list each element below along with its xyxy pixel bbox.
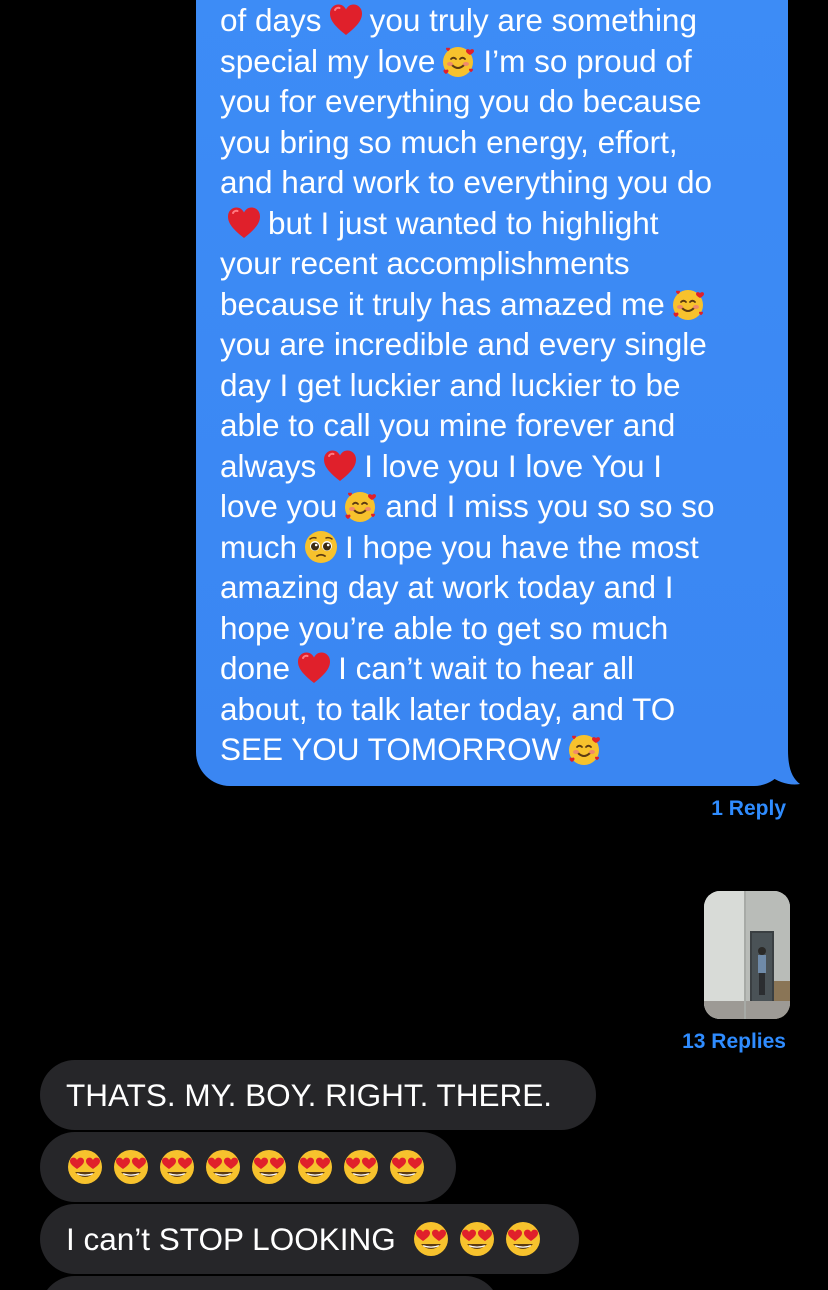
emoji-row	[66, 1149, 434, 1185]
sent-message-line: love you and I miss you so so so	[220, 486, 766, 527]
sent-message-fragment: you are incredible and every single	[220, 326, 707, 362]
sent-message-line: always I love you I love You I	[220, 446, 766, 487]
sent-message-line: your recent accomplishments	[220, 243, 766, 284]
sent-message-line: about, to talk later today, and TO	[220, 689, 766, 730]
red-heart-icon	[296, 650, 332, 686]
sent-message-fragment: and I miss you so so so	[385, 488, 715, 524]
sent-message-line: day I get luckier and luckier to be	[220, 365, 766, 406]
heart-eyes-icon	[296, 1148, 334, 1186]
sent-message-fragment: you truly are something	[369, 2, 697, 38]
sent-message-line: but I just wanted to highlight	[220, 203, 766, 244]
sent-message-fragment: I love you I love You I	[364, 447, 663, 484]
sent-message-fragment: you bring so much energy, effort,	[220, 123, 678, 160]
sent-message-fragment: special my love	[220, 42, 436, 79]
sent-message-line: you are incredible and every single	[220, 324, 766, 365]
sent-message-fragment: I hope you have the most	[345, 528, 699, 565]
sent-message-fragment: and hard work to everything you do	[220, 164, 713, 200]
sent-message-fragment: you for everything you do because	[220, 83, 702, 119]
sent-message-fragment: I can’t wait to hear all	[338, 650, 634, 686]
message-thread: of days you truly are something special my…	[0, 0, 828, 1290]
heart-eyes-icon	[250, 1148, 288, 1186]
red-heart-icon	[322, 448, 358, 484]
sent-message-fragment: because it truly has amazed me	[220, 285, 665, 322]
heart-eyes-icon	[66, 1148, 104, 1186]
received-message-1[interactable]: THATS. MY. BOY. RIGHT. THERE.	[40, 1060, 596, 1130]
sent-message-line: of days you truly are something	[220, 0, 766, 41]
sent-message-bubble[interactable]: of days you truly are something special my…	[196, 0, 788, 786]
heart-eyes-icon	[504, 1220, 542, 1258]
emoji-row	[412, 1221, 550, 1257]
pleading-face-icon	[303, 529, 339, 565]
sent-message-fragment: I’m so proud of	[483, 42, 692, 79]
sent-message-line: done I can’t wait to hear all	[220, 648, 766, 689]
smiling-face-with-hearts-icon	[567, 731, 603, 767]
sent-message-fragment: your recent accomplishments	[220, 245, 630, 281]
sent-message-line: able to call you mine forever and	[220, 405, 766, 446]
sent-message-fragment: SEE YOU TOMORROW	[220, 731, 562, 767]
received-message-3[interactable]: I can’t STOP LOOKING	[40, 1204, 579, 1274]
received-message-text: THATS. MY. BOY. RIGHT. THERE.	[66, 1077, 553, 1113]
heart-eyes-icon	[158, 1148, 196, 1186]
photo-message-reply-count[interactable]: 13 Replies	[682, 1030, 786, 1054]
sent-message-fragment: able to call you mine forever and	[220, 407, 676, 443]
sent-message-line: SEE YOU TOMORROW	[220, 729, 766, 770]
smiling-face-with-hearts-icon	[441, 43, 477, 79]
sent-message-fragment: much	[220, 528, 298, 565]
sent-message-fragment: done	[220, 650, 291, 686]
sent-message-fragment: hope you’re able to get so much	[220, 609, 669, 646]
received-message-text: I can’t STOP LOOKING	[66, 1221, 396, 1257]
sent-message-fragment: day I get luckier and luckier to be	[220, 366, 681, 403]
red-heart-icon	[226, 205, 262, 241]
heart-eyes-icon	[388, 1148, 426, 1186]
sent-message-fragment: about, to talk later today, and TO	[220, 690, 676, 727]
heart-eyes-icon	[204, 1148, 242, 1186]
received-message-2[interactable]	[40, 1132, 456, 1202]
heart-eyes-icon	[112, 1148, 150, 1186]
sent-message-reply-count[interactable]: 1 Reply	[711, 797, 786, 821]
sent-message-line: and hard work to everything you do	[220, 162, 766, 203]
sent-message-line: special my love I’m so proud of	[220, 41, 766, 82]
sent-message-text: of days you truly are something special my…	[220, 0, 766, 770]
photo-message-thumbnail[interactable]	[704, 891, 790, 1019]
sent-message-line: hope you’re able to get so much	[220, 608, 766, 649]
photo-image	[704, 891, 790, 1019]
smiling-face-with-hearts-icon	[343, 488, 379, 524]
bubble-tail	[770, 750, 800, 785]
sent-message-line: you for everything you do because	[220, 81, 766, 122]
sent-message-fragment: but I just wanted to highlight	[268, 204, 659, 241]
sent-message-fragment: love you	[220, 488, 338, 524]
sent-message-fragment: always	[220, 447, 317, 484]
heart-eyes-icon	[342, 1148, 380, 1186]
red-heart-icon	[328, 2, 364, 38]
sent-message-line: much I hope you have the most	[220, 527, 766, 568]
sent-message-line: amazing day at work today and I	[220, 567, 766, 608]
heart-eyes-icon	[412, 1220, 450, 1258]
sent-message-line: you bring so much energy, effort,	[220, 122, 766, 163]
received-message-4-partial[interactable]	[40, 1276, 500, 1290]
heart-eyes-icon	[458, 1220, 496, 1258]
sent-message-fragment: of days	[220, 2, 322, 38]
smiling-face-with-hearts-icon	[671, 286, 707, 322]
sent-message-fragment: amazing day at work today and I	[220, 569, 674, 605]
sent-message-line: because it truly has amazed me	[220, 284, 766, 325]
